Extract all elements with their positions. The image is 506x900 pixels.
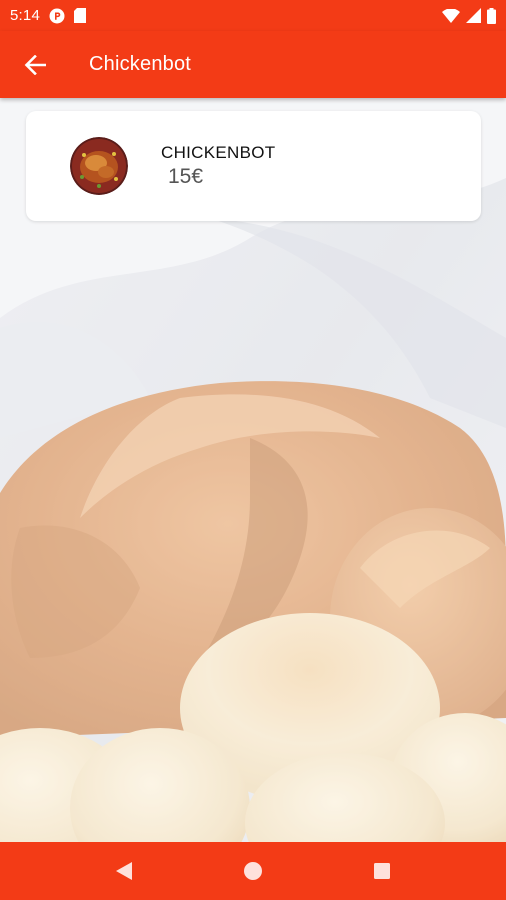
- nav-home-button[interactable]: [223, 842, 283, 900]
- roast-chicken-thumbnail: [70, 137, 128, 195]
- product-card[interactable]: CHICKENBOT 15€: [26, 111, 481, 221]
- product-price: 15€: [168, 165, 204, 188]
- page-title: Chickenbot: [89, 53, 192, 75]
- arrow-back-icon: [24, 54, 46, 75]
- sim-card-icon: [74, 8, 86, 23]
- nav-recents-button[interactable]: [352, 842, 412, 900]
- product-text: CHICKENBOT 15€: [161, 143, 275, 189]
- status-time: 5:14: [10, 7, 40, 24]
- back-triangle-icon: [115, 861, 133, 881]
- recents-square-icon: [373, 862, 391, 880]
- wifi-icon: [442, 8, 460, 23]
- home-circle-icon: [243, 861, 263, 881]
- product-name: CHICKENBOT: [161, 143, 276, 162]
- status-bar-right: [442, 7, 496, 24]
- nav-back-button[interactable]: [94, 842, 154, 900]
- status-bar-left: 5:14: [10, 7, 86, 24]
- notification-p-icon: [49, 8, 65, 24]
- battery-icon: [487, 7, 496, 24]
- status-bar: 5:14: [0, 0, 506, 31]
- navigation-bar: [0, 842, 506, 900]
- back-button[interactable]: [0, 31, 70, 98]
- app-bar: Chickenbot: [0, 31, 506, 98]
- signal-icon: [466, 8, 481, 23]
